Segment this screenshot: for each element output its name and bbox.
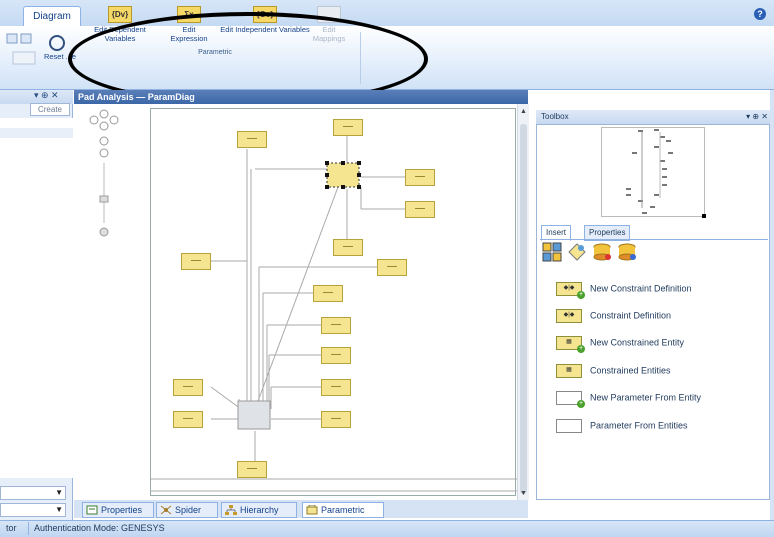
help-icon[interactable]: ? [754,8,766,20]
tool-label: Constraint Definition [590,310,672,321]
diagram-node[interactable] [321,347,351,364]
left-panel-header: ▾ ⊕ ✕ [0,90,73,104]
parametric-icon [306,505,318,515]
diagram-node[interactable] [333,239,363,256]
diagram-node[interactable] [173,411,203,428]
tool-constrained-entities[interactable]: ▦ Constrained Entities [556,364,766,378]
left-combo-1[interactable]: ▼ [0,486,66,500]
tool-constraint-definition[interactable]: ◆|◆ Constraint Definition [556,309,766,323]
tool-label: Constrained Entities [590,365,671,376]
diagram-node[interactable] [321,379,351,396]
diagram-node[interactable] [321,317,351,334]
diagram-canvas[interactable] [150,108,517,496]
diagram-node[interactable] [333,119,363,136]
status-authentication-mode: Authentication Mode: GENESYS [34,523,165,533]
tab-diagram[interactable]: Diagram [23,6,81,27]
tab-spider[interactable]: Spider [156,502,218,518]
scroll-up-icon[interactable]: ▲ [520,108,527,115]
constrained-entity-icon: ▦ + [556,336,585,353]
tab-label: Properties [101,505,143,515]
diagram-node[interactable] [173,379,203,396]
tab-properties[interactable]: Properties [82,502,154,518]
toolbox-controls[interactable]: ▾ ⊕ ✕ [746,110,768,124]
tool-new-parameter-from-entity[interactable]: + New Parameter From Entity [556,391,766,408]
overview-thumbnail [626,129,706,218]
diagram-node[interactable] [313,285,343,302]
diamond-link-icon[interactable] [567,242,587,262]
tab-label: Spider [175,505,202,515]
tool-new-constrained-entity[interactable]: ▦ + New Constrained Entity [556,336,766,353]
tool-label: New Constrained Entity [590,337,685,348]
tool-new-constraint-definition[interactable]: ◆|◆ + New Constraint Definition [556,282,766,299]
chevron-down-icon: ▼ [55,505,63,514]
list-item[interactable] [0,128,73,138]
parameter-icon [556,419,582,433]
constraint-definition-icon: ◆|◆ [556,309,582,323]
database-icon[interactable] [592,242,612,262]
diagram-node[interactable] [321,411,351,428]
scroll-down-icon[interactable]: ▼ [520,490,527,497]
create-button[interactable]: Create [30,103,70,116]
scroll-thumb[interactable] [520,124,527,494]
vertical-scrollbar[interactable]: ▲ ▼ [517,104,529,500]
diagram-connectors [151,129,517,492]
diagram-node[interactable] [405,201,435,218]
spider-icon [160,505,172,515]
properties-icon [86,505,98,515]
status-text-left: tor [6,523,17,533]
toolbox-header: Toolbox [536,110,770,124]
tool-parameter-from-entities[interactable]: Parameter From Entities [556,419,766,433]
tool-label: Parameter From Entities [590,420,688,431]
constraint-definition-icon: ◆|◆ + [556,282,585,299]
right-edge-strip [770,90,774,520]
overview-viewport[interactable] [601,127,706,218]
diagram-node[interactable] [237,131,267,148]
database-add-icon[interactable] [617,242,637,262]
left-combo-2[interactable]: ▼ [0,503,66,517]
tab-parametric[interactable]: Parametric [302,502,384,518]
tab-label: Hierarchy [240,505,279,515]
zoom-controls[interactable] [78,108,138,248]
tool-label: New Parameter From Entity [590,392,702,403]
entity-group-icon[interactable] [542,242,562,262]
diagram-node[interactable] [405,169,435,186]
document-title: Pad Analysis — ParamDiag [74,90,528,104]
diagram-node[interactable] [237,461,267,478]
constrained-entity-icon: ▦ [556,364,582,378]
diagram-node[interactable] [181,253,211,270]
status-separator [28,522,29,535]
diagram-node[interactable] [377,259,407,276]
chevron-down-icon: ▼ [55,488,63,497]
hierarchy-icon [225,505,237,515]
tab-hierarchy[interactable]: Hierarchy [221,502,297,518]
tool-label: New Constraint Definition [590,283,692,294]
left-list[interactable] [0,118,73,478]
panel-controls[interactable]: ▾ ⊕ ✕ [34,90,59,101]
dependent-variables-icon: {Dv} [108,6,132,23]
tab-label: Parametric [321,505,365,515]
parameter-icon: + [556,391,585,408]
